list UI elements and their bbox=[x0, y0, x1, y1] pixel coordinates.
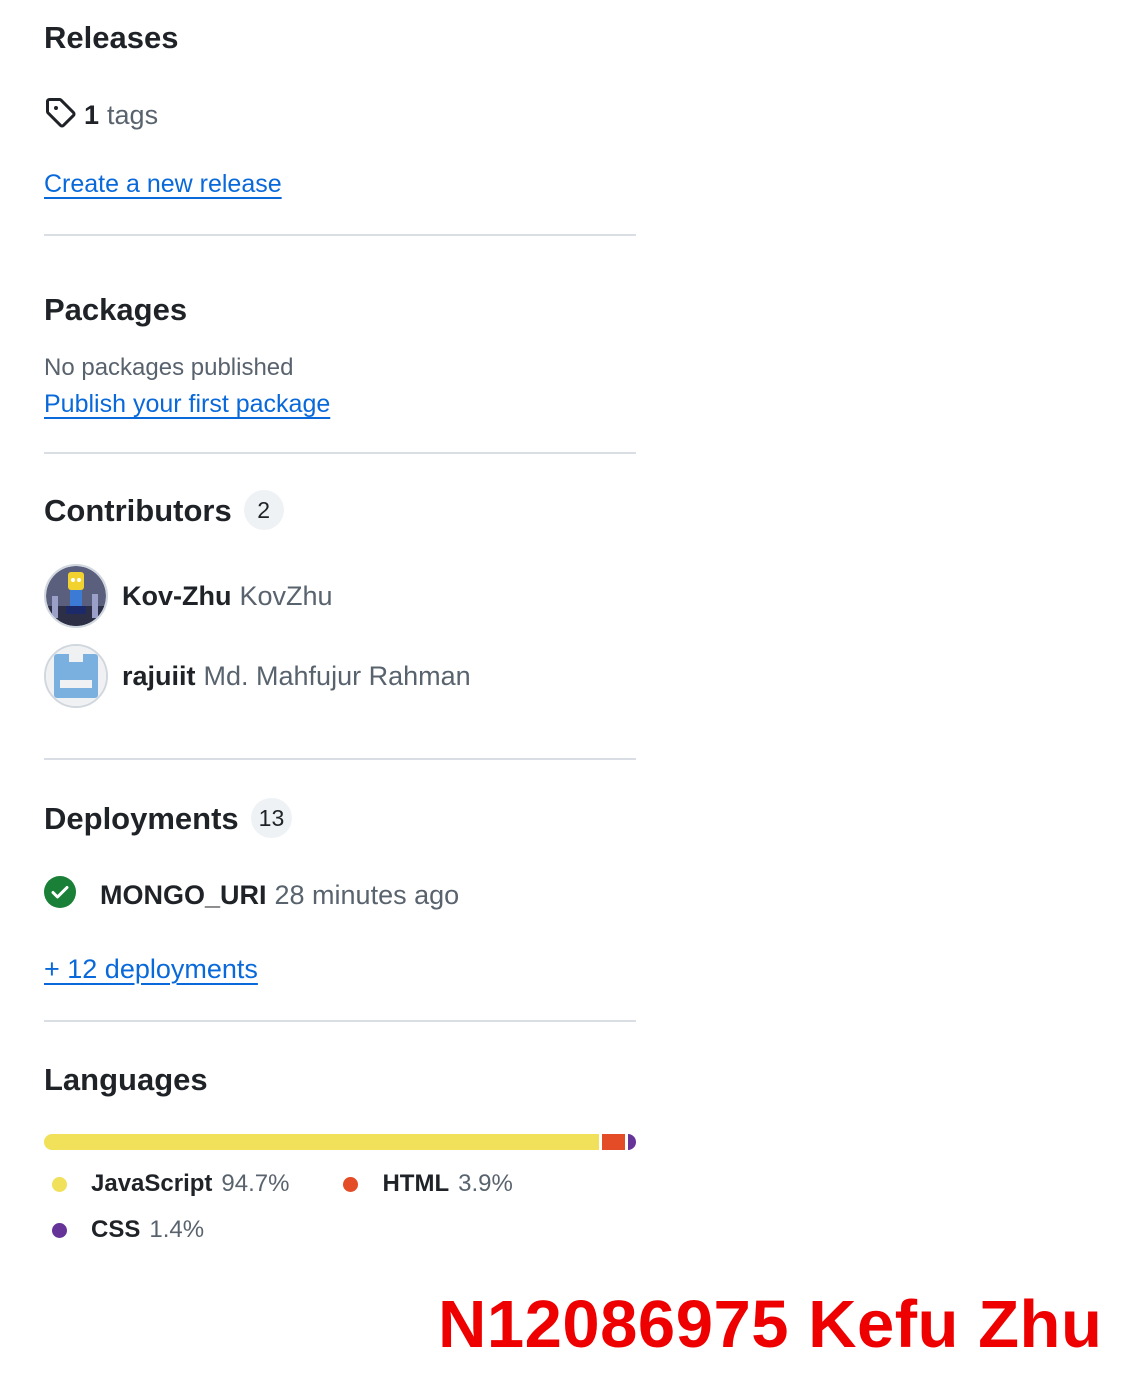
cartoon-avatar-icon bbox=[46, 566, 106, 626]
language-color-dot bbox=[52, 1176, 67, 1192]
languages-section: Languages JavaScript 94.7% HTML 3.9% CSS… bbox=[44, 1022, 636, 1272]
contributor-name[interactable]: Md. Mahfujur Rahman bbox=[204, 661, 471, 692]
contributors-section: Contributors 2 Kov-Zhu KovZhu rajuiit Md… bbox=[44, 454, 636, 760]
packages-heading[interactable]: Packages bbox=[44, 294, 187, 325]
languages-heading: Languages bbox=[44, 1064, 208, 1095]
contributor-login[interactable]: Kov-Zhu bbox=[122, 581, 231, 612]
contributors-heading[interactable]: Contributors 2 bbox=[44, 490, 284, 530]
packages-section: Packages No packages published Publish y… bbox=[44, 236, 636, 454]
language-bar bbox=[44, 1134, 636, 1150]
check-circle-icon bbox=[44, 876, 76, 915]
contributor-item[interactable]: rajuiit Md. Mahfujur Rahman bbox=[44, 644, 471, 708]
language-list: JavaScript 94.7% HTML 3.9% CSS 1.4% bbox=[44, 1170, 604, 1244]
language-name: JavaScript bbox=[91, 1170, 213, 1197]
deployment-time: 28 minutes ago bbox=[274, 880, 460, 910]
deployments-heading[interactable]: Deployments 13 bbox=[44, 798, 293, 838]
language-bar-segment-css[interactable] bbox=[627, 1134, 636, 1150]
identicon-avatar-icon bbox=[46, 646, 106, 706]
language-item-css[interactable]: CSS 1.4% bbox=[44, 1216, 204, 1244]
repo-sidebar: Releases 1 tags Create a new release Pac… bbox=[44, 0, 636, 1272]
language-name: HTML bbox=[382, 1170, 450, 1197]
language-bar-segment-javascript[interactable] bbox=[44, 1134, 599, 1150]
releases-heading[interactable]: Releases bbox=[44, 22, 178, 53]
create-release-link[interactable]: Create a new release bbox=[44, 170, 282, 199]
publish-package-link[interactable]: Publish your first package bbox=[44, 390, 330, 419]
more-deployments-link[interactable]: + 12 deployments bbox=[44, 954, 258, 985]
contributor-name[interactable]: KovZhu bbox=[239, 581, 332, 612]
language-percent: 3.9% bbox=[458, 1170, 513, 1197]
contributor-item[interactable]: Kov-Zhu KovZhu bbox=[44, 564, 333, 628]
language-color-dot bbox=[52, 1222, 67, 1238]
tag-icon bbox=[44, 96, 76, 135]
deployment-item[interactable]: MONGO_URI 28 minutes ago bbox=[44, 876, 459, 915]
tags-link[interactable]: 1 tags bbox=[44, 96, 158, 135]
language-percent: 94.7% bbox=[221, 1170, 290, 1197]
language-name: CSS bbox=[91, 1216, 141, 1243]
releases-section: Releases 1 tags Create a new release bbox=[44, 0, 636, 236]
avatar[interactable] bbox=[44, 564, 108, 628]
language-percent: 1.4% bbox=[149, 1216, 205, 1243]
contributors-title[interactable]: Contributors bbox=[44, 495, 232, 526]
packages-empty-note: No packages published bbox=[44, 354, 294, 381]
deployment-environment[interactable]: MONGO_URI bbox=[100, 880, 267, 911]
tag-count: 1 bbox=[84, 100, 100, 130]
releases-title[interactable]: Releases bbox=[44, 22, 178, 53]
language-color-dot bbox=[343, 1176, 359, 1192]
language-item-javascript[interactable]: JavaScript 94.7% bbox=[44, 1170, 289, 1198]
deployments-title[interactable]: Deployments bbox=[44, 803, 239, 834]
deployments-count: 13 bbox=[250, 798, 293, 838]
watermark-text: N12086975 Kefu Zhu bbox=[438, 1287, 1103, 1362]
deployments-section: Deployments 13 MONGO_URI 28 minutes ago … bbox=[44, 760, 636, 1022]
contributors-count: 2 bbox=[243, 490, 284, 530]
packages-title[interactable]: Packages bbox=[44, 294, 187, 325]
avatar[interactable] bbox=[44, 644, 108, 708]
language-item-html[interactable]: HTML 3.9% bbox=[335, 1170, 513, 1198]
languages-title: Languages bbox=[44, 1062, 208, 1097]
language-bar-segment-html[interactable] bbox=[601, 1134, 625, 1150]
contributor-login[interactable]: rajuiit bbox=[122, 661, 196, 692]
tag-label: tags bbox=[107, 100, 159, 130]
